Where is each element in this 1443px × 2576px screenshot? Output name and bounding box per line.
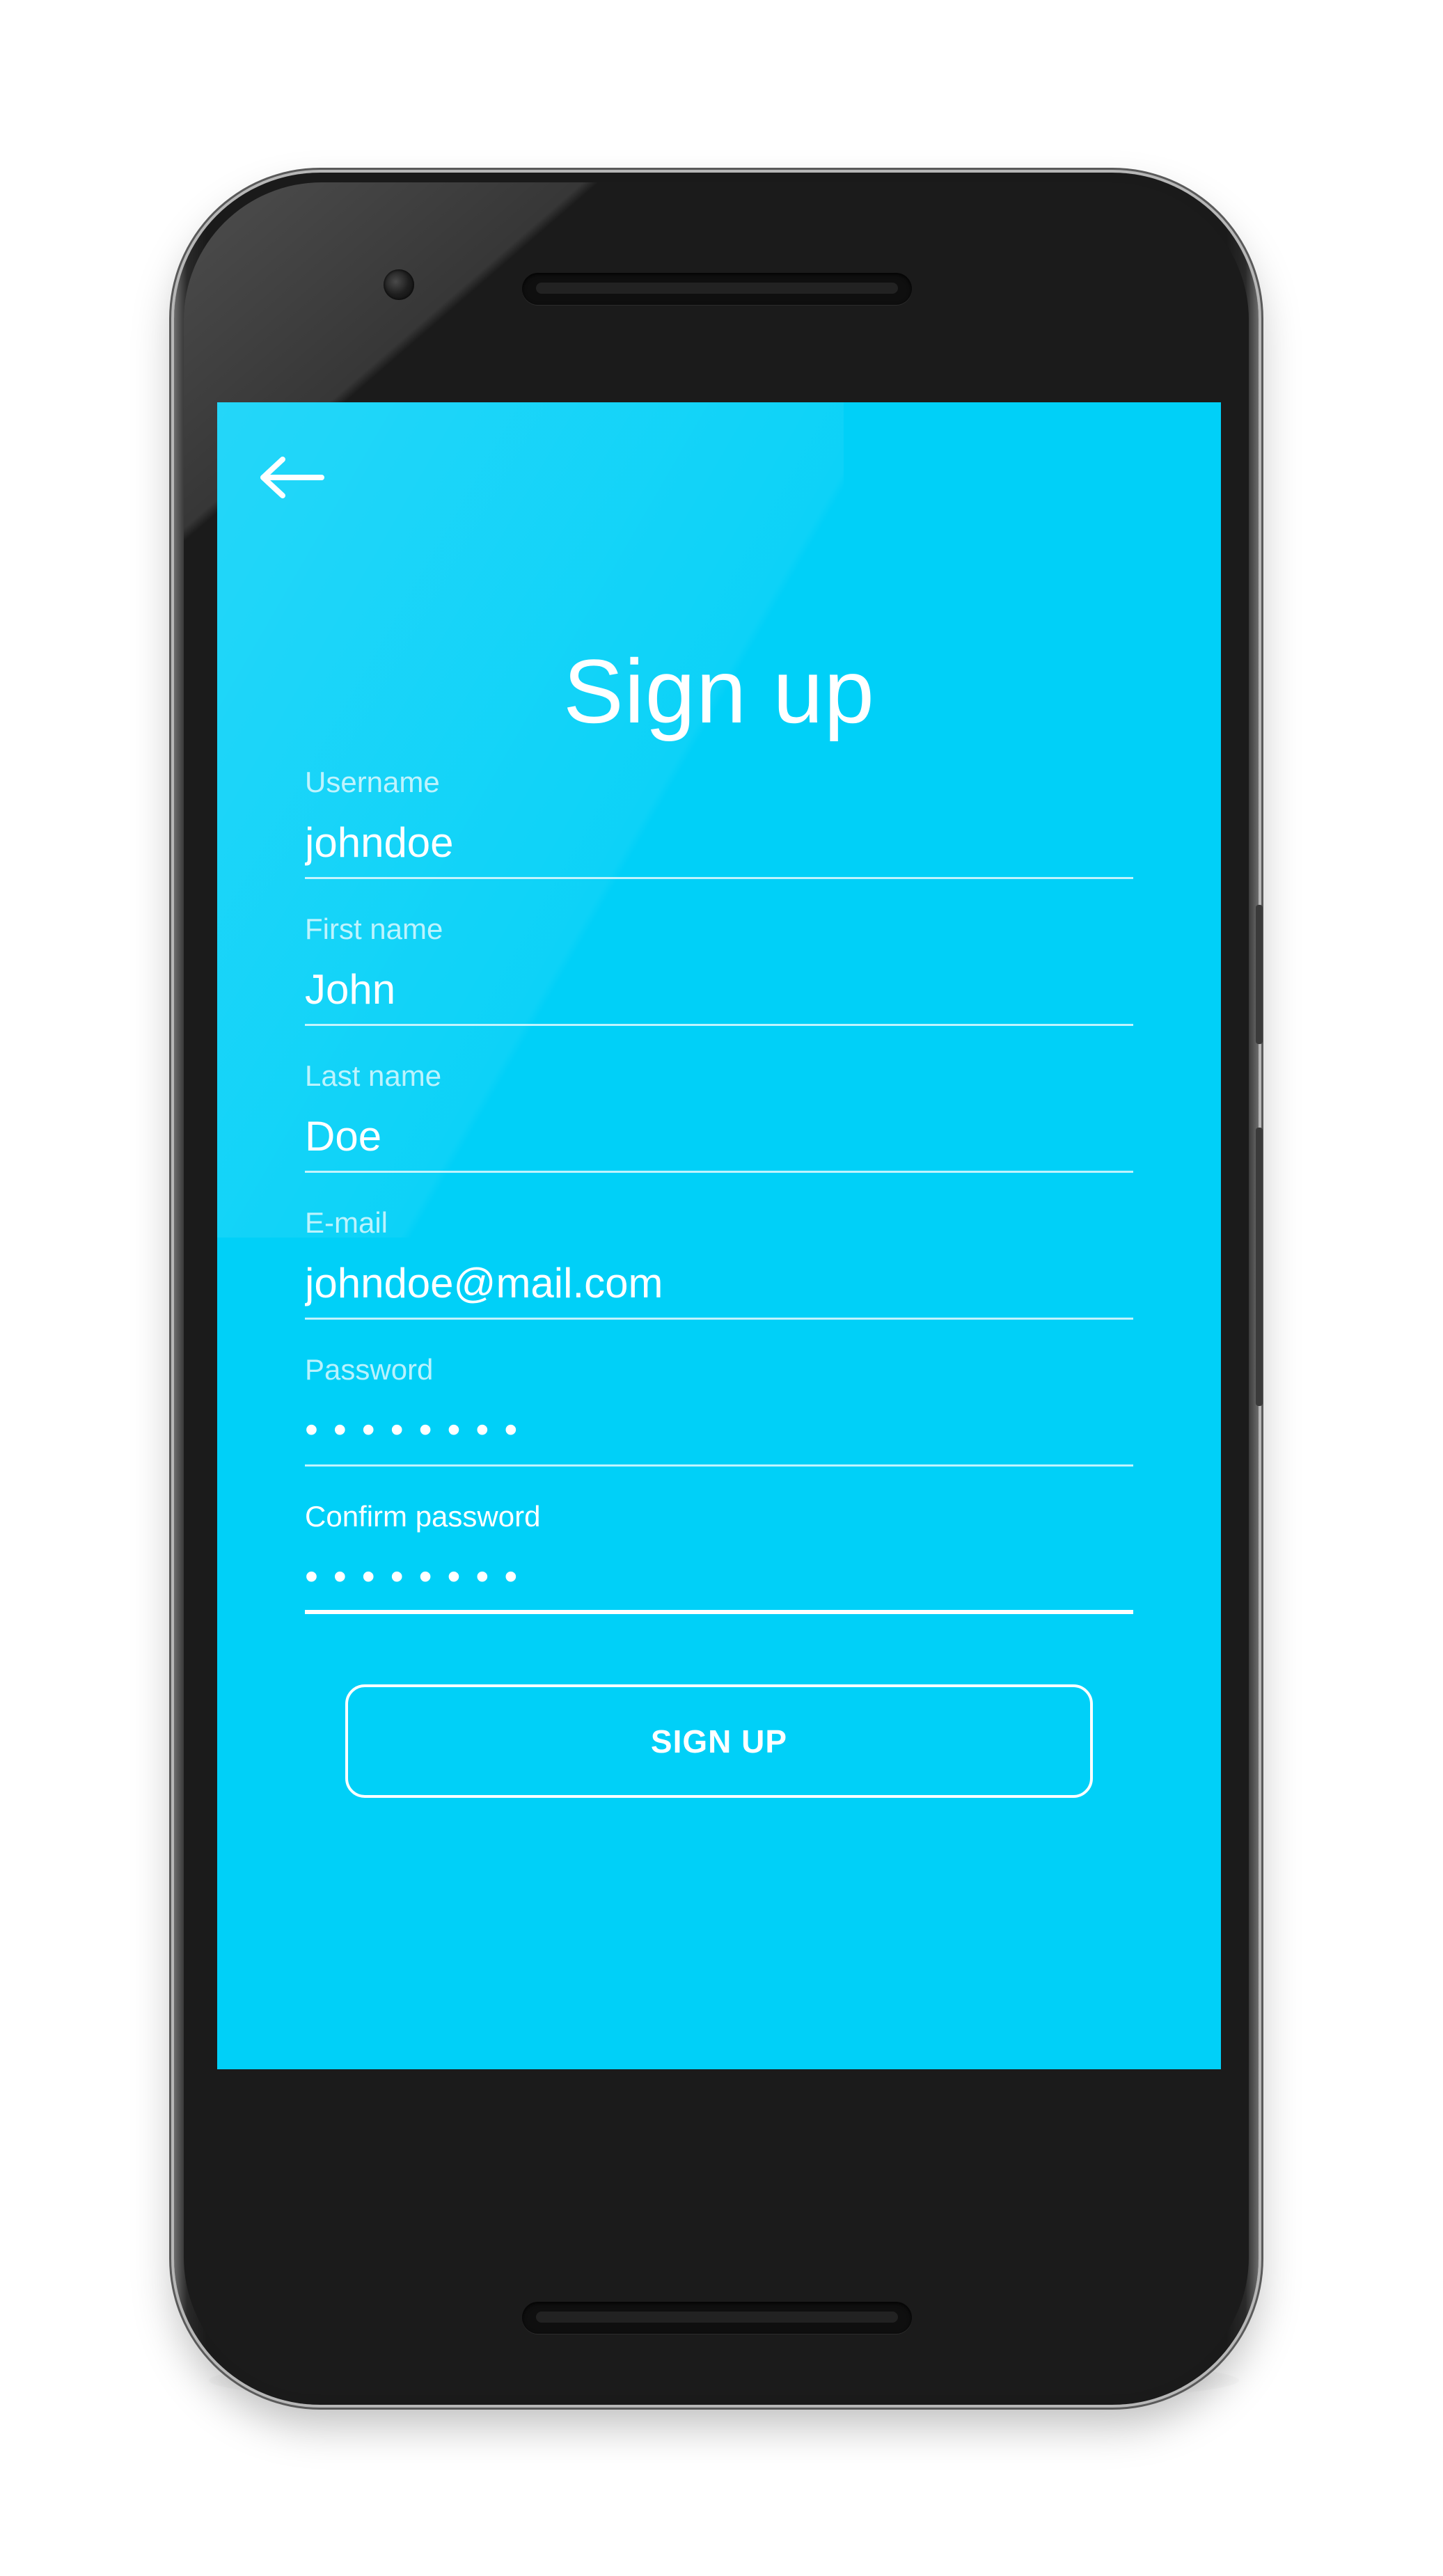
email-input[interactable] xyxy=(305,1255,1133,1311)
front-camera-icon xyxy=(384,269,414,300)
bottom-speaker xyxy=(522,2302,912,2334)
device-stage: Sign up Username First name Last name xyxy=(0,0,1443,2576)
volume-button xyxy=(1256,1128,1263,1406)
password-label: Password xyxy=(305,1353,434,1386)
email-field: E-mail xyxy=(305,1206,1133,1329)
sign-up-button[interactable]: SIGN UP xyxy=(345,1684,1093,1798)
back-button[interactable] xyxy=(258,443,327,512)
page-title: Sign up xyxy=(563,640,875,742)
confirm-password-label: Confirm password xyxy=(305,1500,541,1533)
top-speaker xyxy=(522,273,912,305)
first-name-label: First name xyxy=(305,912,443,945)
username-field: Username xyxy=(305,766,1133,888)
first-name-underline xyxy=(305,1024,1133,1026)
username-label: Username xyxy=(305,766,440,798)
confirm-password-input[interactable] xyxy=(305,1549,1133,1604)
last-name-field: Last name xyxy=(305,1059,1133,1182)
last-name-label: Last name xyxy=(305,1059,442,1092)
password-input[interactable] xyxy=(305,1402,1133,1457)
confirm-password-field: Confirm password xyxy=(305,1500,1133,1622)
device-screen: Sign up Username First name Last name xyxy=(217,402,1221,2069)
power-button xyxy=(1256,905,1263,1044)
first-name-input[interactable] xyxy=(305,961,1133,1017)
signup-screen: Sign up Username First name Last name xyxy=(217,402,1221,2069)
last-name-underline xyxy=(305,1171,1133,1173)
arrow-left-icon xyxy=(260,457,324,498)
username-underline xyxy=(305,877,1133,879)
email-label: E-mail xyxy=(305,1206,388,1239)
confirm-password-underline xyxy=(305,1610,1133,1614)
last-name-input[interactable] xyxy=(305,1108,1133,1164)
email-underline xyxy=(305,1318,1133,1320)
first-name-field: First name xyxy=(305,912,1133,1035)
password-field: Password xyxy=(305,1353,1133,1476)
username-input[interactable] xyxy=(305,814,1133,870)
password-underline xyxy=(305,1464,1133,1467)
